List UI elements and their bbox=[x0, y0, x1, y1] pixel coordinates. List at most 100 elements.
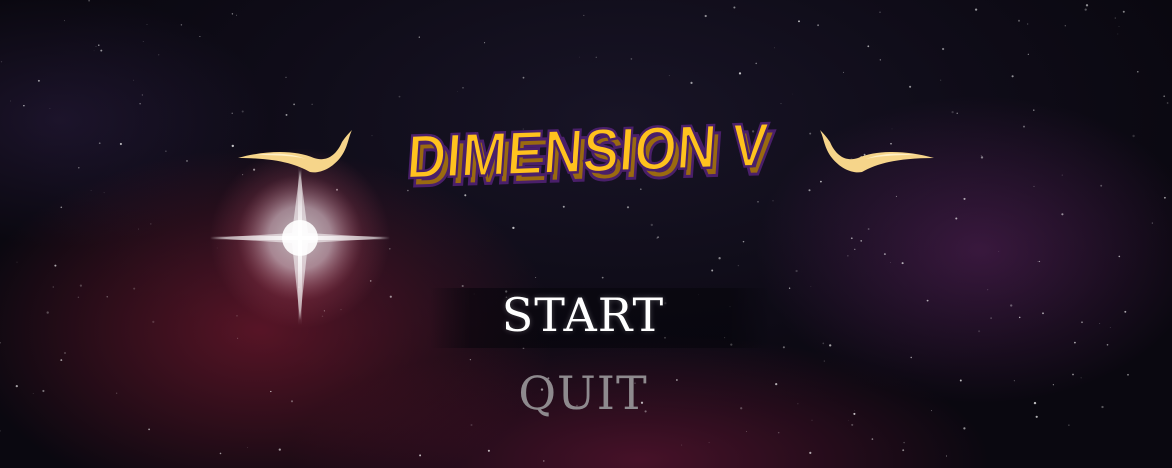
background-star bbox=[946, 455, 948, 457]
background-star bbox=[941, 47, 945, 51]
background-star bbox=[797, 403, 799, 405]
background-star bbox=[1068, 424, 1070, 426]
background-star bbox=[998, 251, 1000, 252]
background-star bbox=[798, 20, 800, 23]
background-star bbox=[909, 85, 912, 88]
background-star bbox=[879, 59, 881, 61]
background-star bbox=[1061, 213, 1064, 216]
background-star bbox=[1013, 380, 1015, 382]
background-star bbox=[1081, 321, 1083, 324]
background-star bbox=[1027, 53, 1029, 55]
background-star bbox=[788, 287, 791, 289]
background-star bbox=[601, 276, 604, 279]
background-star bbox=[809, 451, 812, 454]
background-star bbox=[974, 8, 978, 11]
background-star bbox=[1127, 373, 1129, 376]
background-star bbox=[940, 79, 942, 81]
background-star bbox=[1042, 312, 1044, 315]
background-star bbox=[901, 262, 904, 265]
background-star bbox=[782, 346, 785, 349]
background-star bbox=[890, 262, 892, 263]
game-title: DIMENSION V bbox=[404, 111, 770, 192]
background-star bbox=[879, 11, 881, 13]
background-star bbox=[1122, 10, 1125, 13]
background-star bbox=[733, 6, 736, 9]
background-star bbox=[843, 71, 844, 73]
background-star bbox=[811, 419, 813, 421]
background-star bbox=[668, 75, 670, 77]
background-star bbox=[746, 431, 747, 432]
background-star bbox=[867, 228, 870, 230]
background-star bbox=[792, 93, 793, 95]
background-star bbox=[1132, 134, 1135, 138]
background-star bbox=[777, 431, 780, 434]
title-screen: DIMENSION V DIMENSION V START QUIT bbox=[0, 0, 1172, 468]
background-star bbox=[711, 269, 714, 272]
background-star bbox=[860, 240, 863, 242]
background-star bbox=[704, 14, 707, 18]
background-star bbox=[1038, 260, 1041, 263]
background-star bbox=[867, 45, 870, 48]
quit-button[interactable]: QUIT bbox=[430, 366, 736, 420]
background-star bbox=[775, 382, 778, 386]
background-star bbox=[963, 197, 966, 200]
background-star bbox=[740, 407, 743, 410]
background-star bbox=[1018, 316, 1021, 319]
ornament-wing-left-icon bbox=[238, 130, 352, 173]
background-star bbox=[851, 423, 854, 426]
background-star bbox=[1101, 405, 1104, 409]
background-star bbox=[630, 58, 633, 60]
background-star bbox=[774, 47, 775, 49]
game-logo: DIMENSION V DIMENSION V bbox=[403, 110, 778, 202]
background-star bbox=[854, 248, 856, 250]
background-star bbox=[1033, 109, 1035, 111]
background-star bbox=[810, 286, 812, 287]
background-star bbox=[1037, 261, 1039, 263]
background-star bbox=[718, 257, 721, 260]
background-star bbox=[1072, 373, 1074, 376]
background-star bbox=[1023, 125, 1025, 128]
background-star bbox=[895, 195, 897, 197]
background-star bbox=[1117, 33, 1119, 35]
background-star bbox=[871, 438, 874, 440]
background-star bbox=[1061, 174, 1063, 176]
background-star bbox=[690, 81, 693, 84]
background-star bbox=[738, 72, 742, 75]
background-star bbox=[820, 180, 822, 183]
background-star bbox=[822, 342, 825, 345]
background-star bbox=[883, 253, 886, 256]
background-star bbox=[809, 132, 812, 135]
background-star bbox=[1106, 344, 1109, 346]
background-star bbox=[990, 317, 992, 319]
background-star bbox=[1118, 26, 1120, 27]
background-star bbox=[1163, 196, 1166, 199]
background-star bbox=[1084, 8, 1087, 11]
background-star bbox=[848, 420, 849, 421]
background-star bbox=[755, 62, 757, 65]
background-star bbox=[1100, 184, 1103, 187]
background-star bbox=[650, 223, 653, 227]
background-star bbox=[1085, 4, 1089, 7]
background-star bbox=[978, 330, 981, 333]
background-star bbox=[955, 217, 958, 220]
background-star bbox=[829, 344, 832, 347]
background-star bbox=[1035, 415, 1038, 418]
background-star bbox=[959, 379, 962, 382]
background-star bbox=[1011, 75, 1014, 78]
background-star bbox=[817, 24, 820, 27]
background-star bbox=[808, 189, 811, 192]
background-star bbox=[910, 356, 912, 359]
background-star bbox=[951, 110, 954, 114]
background-star bbox=[1137, 71, 1139, 73]
start-button[interactable]: START bbox=[430, 288, 736, 342]
background-star bbox=[963, 427, 966, 430]
background-star bbox=[1124, 310, 1127, 313]
background-star bbox=[1114, 17, 1116, 19]
background-star bbox=[1033, 185, 1035, 187]
background-star bbox=[681, 444, 683, 446]
background-star bbox=[847, 255, 849, 257]
background-star bbox=[1118, 255, 1121, 258]
background-star bbox=[1074, 341, 1076, 344]
background-star bbox=[853, 412, 856, 415]
background-star bbox=[854, 410, 856, 412]
